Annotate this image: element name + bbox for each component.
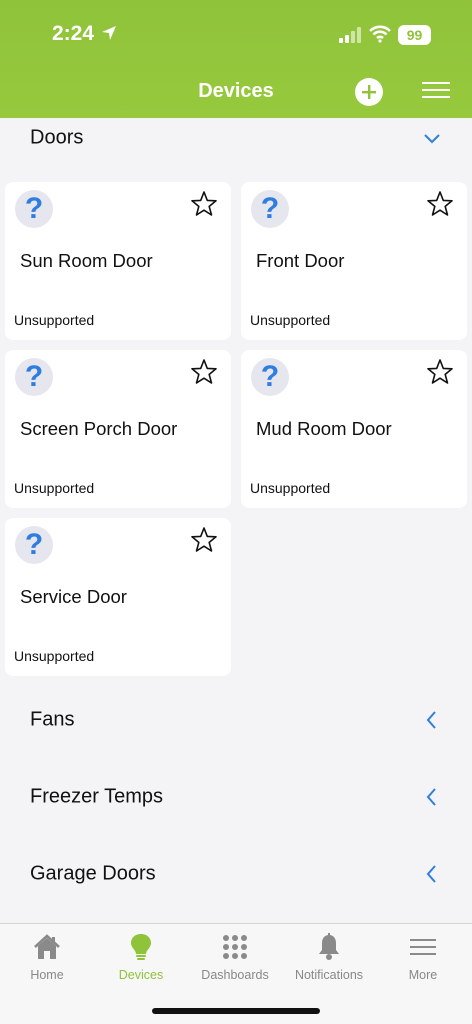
device-status: Unsupported [250,312,331,328]
tab-notifications[interactable]: Notifications [282,924,376,984]
device-card[interactable]: ? Front Door Unsupported [241,182,467,340]
question-icon: ? [15,526,53,564]
device-card[interactable]: ? Sun Room Door Unsupported [5,182,231,340]
section-title: Garage Doors [30,862,156,885]
device-name: Service Door [20,586,127,607]
tab-dashboards[interactable]: Dashboards [188,924,282,984]
section-title: Fans [30,708,75,731]
device-name: Screen Porch Door [20,418,178,439]
chevron-left-icon [426,711,436,729]
cellular-signal-icon [339,27,361,43]
chevron-left-icon [426,788,436,806]
tab-devices[interactable]: Devices [94,924,188,984]
device-name: Sun Room Door [20,250,153,271]
app-header: 2:24 99 Devices [0,0,472,118]
menu-line [422,89,450,91]
tab-label: Notifications [294,968,364,982]
menu-icon [410,939,436,955]
device-card[interactable]: ? Service Door Unsupported [5,518,231,676]
device-status: Unsupported [14,480,95,496]
wifi-icon [369,25,391,43]
question-icon: ? [251,358,289,396]
device-name: Front Door [256,250,345,271]
tab-home[interactable]: Home [0,924,94,984]
question-icon: ? [15,190,53,228]
tab-label: Devices [118,968,164,982]
device-status: Unsupported [14,648,95,664]
tab-more[interactable]: More [376,924,470,984]
tab-label: Dashboards [201,968,269,982]
chevron-left-icon [426,865,436,883]
status-time: 2:24 [52,22,95,45]
section-garage-doors[interactable]: Garage Doors [0,849,472,899]
favorite-star-icon[interactable] [426,358,454,386]
grid-icon [223,935,247,959]
device-card[interactable]: ? Mud Room Door Unsupported [241,350,467,508]
tab-label: Home [30,968,64,982]
location-arrow-icon [102,26,116,40]
section-freezer-temps[interactable]: Freezer Temps [0,772,472,822]
home-indicator [152,1008,320,1014]
device-name: Mud Room Door [256,418,392,439]
section-doors[interactable]: Doors [0,113,472,163]
device-status: Unsupported [14,312,95,328]
chevron-down-icon [424,134,440,144]
menu-line [422,96,450,98]
device-status: Unsupported [250,480,331,496]
section-title: Doors [30,126,84,149]
plus-icon [362,85,376,99]
add-device-button[interactable] [355,78,383,106]
hamburger-menu-button[interactable] [422,82,450,102]
bell-icon [319,933,339,960]
home-icon [34,934,60,959]
section-fans[interactable]: Fans [0,695,472,745]
tab-label: More [408,968,438,982]
favorite-star-icon[interactable] [190,526,218,554]
favorite-star-icon[interactable] [190,190,218,218]
favorite-star-icon[interactable] [190,358,218,386]
question-icon: ? [251,190,289,228]
section-title: Freezer Temps [30,785,164,808]
bulb-icon [131,934,151,960]
question-icon: ? [15,358,53,396]
favorite-star-icon[interactable] [426,190,454,218]
page-title: Devices [198,80,274,102]
device-card[interactable]: ? Screen Porch Door Unsupported [5,350,231,508]
menu-line [422,82,450,84]
battery-indicator: 99 [398,25,431,45]
